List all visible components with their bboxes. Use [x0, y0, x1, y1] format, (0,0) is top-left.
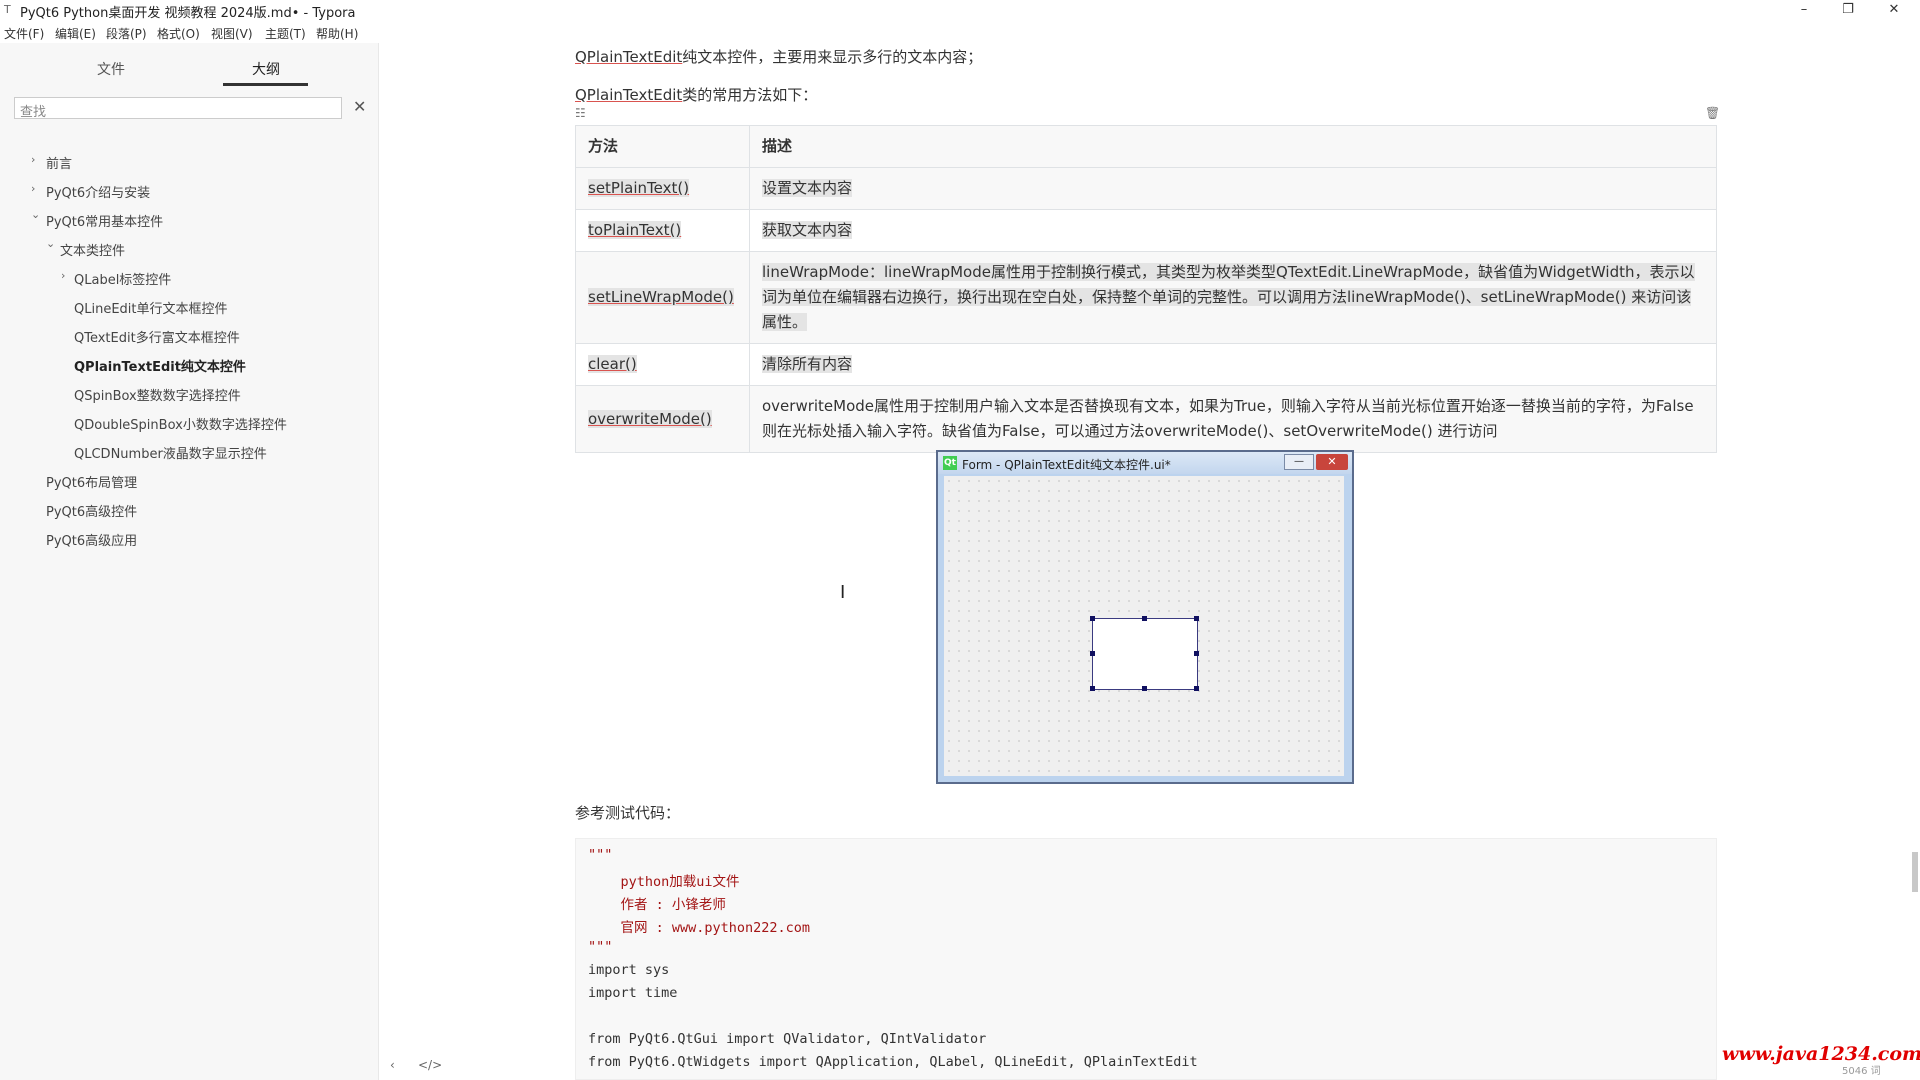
- restore-button[interactable]: ❐: [1826, 0, 1870, 20]
- outline-item-preface[interactable]: 前言: [46, 153, 72, 172]
- qt-form-canvas: [944, 476, 1344, 776]
- sidebar: 文件 大纲 查找 ✕ › 前言 › PyQt6介绍与安装 ⌄ PyQt6常用基本…: [0, 43, 379, 1080]
- tab-outline[interactable]: 大纲: [252, 59, 280, 79]
- qt-designer-form-image: Qt Form - QPlainTextEdit纯文本控件.ui* — ✕: [936, 450, 1354, 784]
- outline-item-qlineedit[interactable]: QLineEdit单行文本框控件: [74, 298, 228, 317]
- reference-code-label: 参考测试代码：: [575, 804, 681, 822]
- qt-close-icon: ✕: [1316, 454, 1348, 470]
- chevron-right-icon[interactable]: ›: [31, 182, 35, 195]
- minimize-button[interactable]: –: [1782, 0, 1826, 20]
- menu-theme[interactable]: 主题(T): [265, 25, 306, 42]
- chevron-down-icon[interactable]: ⌄: [31, 208, 40, 221]
- description-cell: overwriteMode属性用于控制用户输入文本是否替换现有文本，如果为Tru…: [762, 397, 1694, 440]
- outline-item-advanced-apps[interactable]: PyQt6高级应用: [46, 530, 137, 549]
- code-line: python加载ui文件: [588, 874, 740, 890]
- method-cell: setLineWrapMode(): [588, 288, 734, 306]
- menu-file[interactable]: 文件(F): [4, 25, 44, 42]
- code-line: 官网 : www.python222.com: [588, 920, 811, 936]
- outline-item-advanced-controls[interactable]: PyQt6高级控件: [46, 501, 137, 520]
- outline-item-qtextedit[interactable]: QTextEdit多行富文本框控件: [74, 327, 240, 346]
- code-block[interactable]: """ python加载ui文件 作者 : 小锋老师 官网 : www.pyth…: [575, 838, 1717, 1080]
- outline-item-basic-controls[interactable]: PyQt6常用基本控件: [46, 211, 163, 230]
- menu-paragraph[interactable]: 段落(P): [106, 25, 147, 42]
- outline-item-qlabel[interactable]: QLabel标签控件: [74, 269, 171, 288]
- text-cursor-icon: I: [840, 582, 846, 603]
- outline-item-text-controls[interactable]: 文本类控件: [60, 240, 125, 259]
- description-cell: 设置文本内容: [762, 179, 853, 197]
- qt-logo-icon: Qt: [943, 456, 957, 470]
- column-header-method: 方法: [575, 125, 750, 168]
- code-line: from PyQt6.QtGui import QValidator, QInt…: [588, 1031, 987, 1047]
- outline-search-input[interactable]: 查找: [14, 97, 342, 120]
- source-mode-icon[interactable]: </>: [418, 1058, 442, 1072]
- table-row: clear() 清除所有内容: [575, 343, 1717, 386]
- table-row: setLineWrapMode() lineWrapMode：lineWrapM…: [575, 251, 1717, 344]
- method-cell: setPlainText(): [588, 179, 690, 197]
- menu-view[interactable]: 视图(V): [211, 25, 253, 42]
- resize-handle: [1090, 616, 1095, 621]
- sidebar-toggle-icon[interactable]: ‹: [390, 1058, 395, 1072]
- outline-item-qdoublespinbox[interactable]: QDoubleSpinBox小数数字选择控件: [74, 414, 287, 433]
- outline-item-qplaintextedit[interactable]: QPlainTextEdit纯文本控件: [74, 356, 246, 375]
- column-header-description: 描述: [749, 125, 1717, 168]
- qt-minimize-icon: —: [1284, 454, 1314, 470]
- watermark-text: www.java1234.com: [1722, 1043, 1920, 1065]
- outline-item-qlcdnumber[interactable]: QLCDNumber液晶数字显示控件: [74, 443, 267, 462]
- word-count[interactable]: 5046 词: [1842, 1062, 1881, 1077]
- description-cell: 获取文本内容: [762, 221, 853, 239]
- description-cell: 清除所有内容: [762, 355, 853, 373]
- chevron-down-icon[interactable]: ⌄: [46, 237, 55, 250]
- code-line: """: [588, 939, 613, 955]
- window-title: PyQt6 Python桌面开发 视频教程 2024版.md• - Typora: [20, 6, 356, 21]
- table-header-row: 方法 描述: [575, 125, 1717, 168]
- menu-format[interactable]: 格式(O): [157, 25, 200, 42]
- search-clear-icon[interactable]: ✕: [353, 97, 366, 116]
- resize-handle: [1142, 616, 1147, 621]
- resize-handle: [1194, 616, 1199, 621]
- table-delete-icon[interactable]: 🗑: [1705, 106, 1720, 120]
- resize-handle: [1194, 651, 1199, 656]
- resize-handle: [1090, 686, 1095, 691]
- intro-text: 纯文本控件，主要用来显示多行的文本内容；: [682, 48, 983, 66]
- outline-item-intro[interactable]: PyQt6介绍与安装: [46, 182, 150, 201]
- scrollbar-thumb[interactable]: [1912, 852, 1918, 892]
- methods-table: 方法 描述 setPlainText() 设置文本内容 toPlainText(…: [575, 125, 1717, 453]
- description-cell: lineWrapMode：lineWrapMode属性用于控制换行模式，其类型为…: [762, 263, 1695, 331]
- menu-edit[interactable]: 编辑(E): [55, 25, 96, 42]
- class-name: QPlainTextEdit: [575, 86, 683, 104]
- method-cell: overwriteMode(): [588, 409, 712, 428]
- tab-active-indicator: [223, 83, 308, 86]
- typora-app-icon: T: [4, 3, 11, 16]
- resize-handle: [1090, 651, 1095, 656]
- methods-intro-text: 类的常用方法如下：: [682, 86, 818, 104]
- table-row: setPlainText() 设置文本内容: [575, 167, 1717, 210]
- method-cell: toPlainText(): [588, 221, 682, 239]
- resize-handle: [1142, 686, 1147, 691]
- code-line: """: [588, 847, 613, 863]
- chevron-right-icon[interactable]: ›: [31, 153, 35, 166]
- selected-widget: [1092, 618, 1198, 690]
- qt-form-titlebar: Qt Form - QPlainTextEdit纯文本控件.ui* — ✕: [938, 452, 1352, 474]
- intro-paragraph: QPlainTextEdit纯文本控件，主要用来显示多行的文本内容；: [575, 46, 982, 67]
- menu-help[interactable]: 帮助(H): [316, 25, 358, 42]
- code-line: from PyQt6.QtWidgets import QApplication…: [588, 1054, 1198, 1070]
- table-grid-icon[interactable]: ☷: [575, 106, 586, 120]
- editor-content[interactable]: QPlainTextEdit纯文本控件，主要用来显示多行的文本内容； QPlai…: [575, 0, 1725, 1080]
- methods-paragraph: QPlainTextEdit类的常用方法如下：: [575, 84, 817, 105]
- qt-form-title: Form - QPlainTextEdit纯文本控件.ui*: [962, 458, 1171, 472]
- method-cell: clear(): [588, 355, 637, 373]
- tab-files[interactable]: 文件: [97, 59, 125, 79]
- class-name: QPlainTextEdit: [575, 48, 683, 66]
- chevron-right-icon[interactable]: ›: [61, 269, 65, 282]
- outline-item-qspinbox[interactable]: QSpinBox整数数字选择控件: [74, 385, 241, 404]
- code-line: import time: [588, 985, 678, 1001]
- code-line: import sys: [588, 962, 670, 978]
- close-button[interactable]: ✕: [1872, 0, 1916, 20]
- outline-item-layout[interactable]: PyQt6布局管理: [46, 472, 137, 491]
- resize-handle: [1194, 686, 1199, 691]
- code-line: 作者 : 小锋老师: [588, 897, 726, 913]
- table-row: overwriteMode() overwriteMode属性用于控制用户输入文…: [575, 385, 1717, 453]
- table-row: toPlainText() 获取文本内容: [575, 209, 1717, 252]
